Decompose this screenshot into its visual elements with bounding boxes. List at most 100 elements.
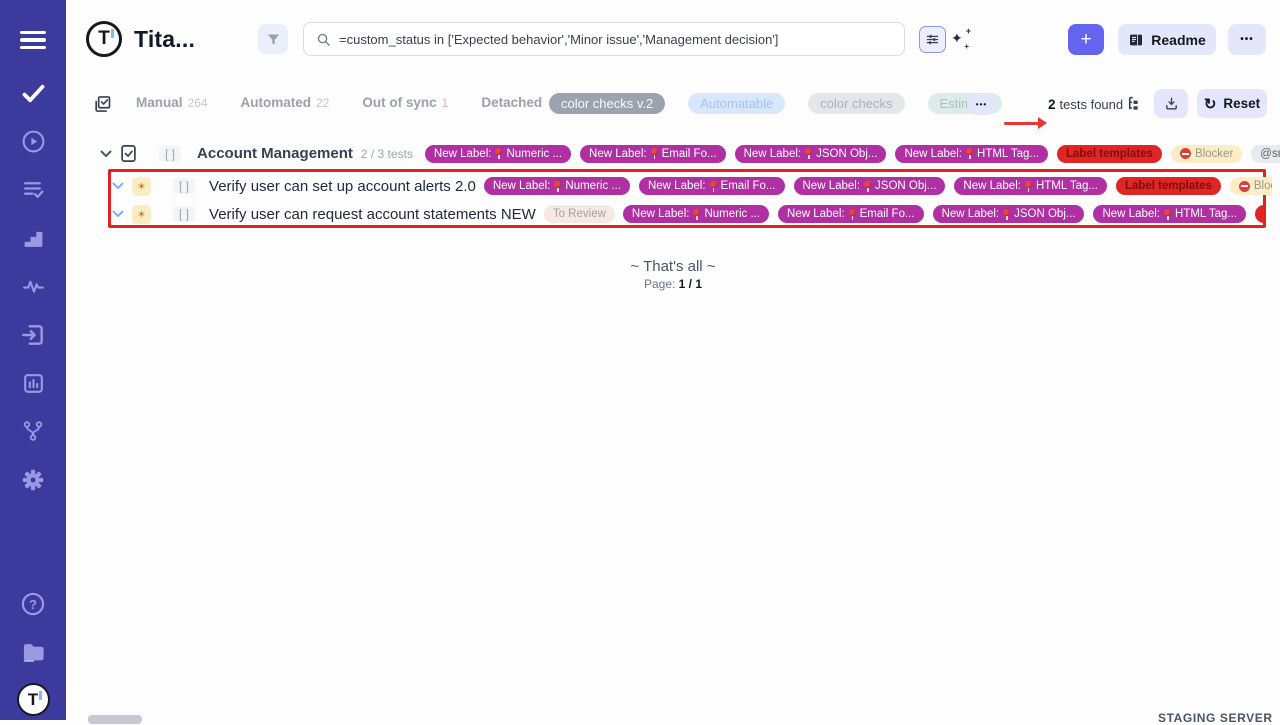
pin-icon [1164, 209, 1171, 220]
filter-tabs: Manual264 Automated22 Out of sync1 Detac… [136, 95, 542, 110]
activity-pulse-icon[interactable] [0, 274, 66, 304]
suite-name[interactable]: Account Management [197, 145, 353, 162]
label-pill[interactable]: Label templates [1116, 177, 1221, 195]
label-pill[interactable]: Blocker [1230, 177, 1272, 195]
label-pill[interactable]: New Label:Numeric ... [623, 205, 769, 223]
pin-icon [805, 148, 812, 159]
chevron-down-icon[interactable] [112, 210, 124, 218]
search-box [303, 22, 905, 56]
sidebar: ? T [0, 0, 66, 720]
add-button[interactable]: + [1068, 24, 1104, 55]
pin-icon [495, 148, 502, 159]
search-input[interactable] [339, 32, 892, 47]
annotation-arrow [1004, 122, 1040, 125]
project-logo[interactable]: T [86, 21, 122, 57]
refresh-icon: ↻ [1204, 95, 1217, 113]
collision-emoji-icon: ✶ [132, 177, 151, 196]
results-count: 2tests found [1048, 97, 1123, 112]
download-button[interactable] [1154, 89, 1188, 118]
test-row[interactable]: ✶ [ ] Verify user can set up account ale… [112, 173, 1272, 199]
filters-more-button[interactable]: ••• [967, 94, 996, 115]
tab-automated[interactable]: Automated22 [241, 95, 330, 110]
tests-check-icon[interactable] [0, 80, 66, 112]
page-indicator: Page: 1 / 1 [66, 277, 1280, 291]
label-pill[interactable]: New Label:JSON Obj... [933, 205, 1085, 223]
suite-id-bracket: [ ] [159, 146, 181, 162]
search-icon [316, 32, 331, 47]
book-icon [1128, 32, 1144, 48]
label-pill[interactable]: Automatable [688, 93, 785, 114]
label-pill[interactable]: color checks v.2 [549, 93, 665, 114]
label-pill[interactable]: Blocker [1171, 145, 1242, 163]
label-pill[interactable]: New Label:Numeric ... [425, 145, 571, 163]
staging-banner: STAGING SERVER [1158, 711, 1273, 725]
label-pill[interactable]: New Label:Numeric ... [484, 177, 630, 195]
label-pill[interactable]: New Label:HTML Tag... [1093, 205, 1246, 223]
label-pill[interactable]: New Label:JSON Obj... [794, 177, 946, 195]
label-pill[interactable]: New Label:HTML Tag... [954, 177, 1107, 195]
pin-icon [651, 148, 658, 159]
status-badge: To Review [544, 205, 615, 223]
ai-sparkles-icon[interactable]: ✦ + + [951, 29, 971, 49]
label-pill[interactable]: color checks [808, 93, 904, 114]
test-plans-icon[interactable] [0, 177, 66, 207]
suite-labels: New Label:Numeric ... New Label:Email Fo.… [425, 145, 1280, 163]
header: T Tita... ✦ + + + Readme ••• [0, 0, 1280, 20]
header-more-button[interactable]: ••• [1228, 24, 1266, 55]
label-pill[interactable]: Label templates [1057, 145, 1162, 163]
saved-filter-pills: color checks v.2Automatablecolor checksE… [549, 93, 1002, 114]
pin-icon [693, 209, 700, 220]
label-pill[interactable]: New Label:HTML Tag... [895, 145, 1048, 163]
chevron-down-icon[interactable] [100, 150, 112, 158]
suite-test-count: 2 / 3 tests [361, 147, 413, 161]
label-pill[interactable]: New Label:Email Fo... [778, 205, 924, 223]
label-pill[interactable]: New Label:Email Fo... [580, 145, 726, 163]
tree-view-icon[interactable] [1126, 95, 1144, 118]
no-entry-icon [1239, 181, 1250, 192]
pin-icon [710, 181, 717, 192]
tab-out-of-sync[interactable]: Out of sync1 [362, 95, 448, 110]
test-id-bracket: [ ] [173, 178, 195, 194]
label-pill[interactable]: @smoke [1251, 145, 1280, 163]
collision-emoji-icon: ✶ [132, 205, 151, 224]
svg-text:?: ? [29, 597, 37, 612]
tab-manual[interactable]: Manual264 [136, 95, 208, 110]
pull-requests-sign-in-icon[interactable] [0, 322, 66, 353]
label-pill[interactable]: New Label:Email Fo... [639, 177, 785, 195]
label-pill[interactable]: Label templates [1255, 205, 1264, 223]
suite-row[interactable]: [ ] Account Management 2 / 3 tests New L… [100, 140, 1280, 167]
test-labels: New Label:Numeric ... New Label:Email Fo.… [623, 205, 1264, 223]
milestones-stairs-icon[interactable] [0, 226, 66, 256]
pin-icon [849, 209, 856, 220]
run-play-icon[interactable] [0, 129, 66, 159]
end-of-list-message: ~ That's all ~ [66, 258, 1280, 275]
no-entry-icon [1180, 148, 1191, 159]
projects-folder-icon[interactable] [0, 639, 66, 671]
readme-button[interactable]: Readme [1118, 24, 1216, 55]
filter-funnel-button[interactable] [258, 24, 288, 54]
sliders-icon [925, 32, 940, 47]
settings-gear-icon[interactable] [0, 467, 66, 498]
app-logo-bottom[interactable]: T [0, 683, 66, 716]
chevron-down-icon[interactable] [112, 182, 124, 190]
test-title[interactable]: Verify user can set up account alerts 2.… [209, 178, 476, 195]
pin-icon [1025, 181, 1032, 192]
suite-document-icon [120, 144, 137, 163]
tab-detached[interactable]: Detached [481, 95, 542, 110]
test-title[interactable]: Verify user can request account statemen… [209, 206, 536, 223]
analytics-chart-icon[interactable] [0, 371, 66, 401]
pin-icon [1003, 209, 1010, 220]
help-question-icon[interactable]: ? [0, 591, 66, 622]
search-settings-button[interactable] [919, 26, 946, 53]
download-icon [1164, 96, 1179, 111]
label-pill[interactable]: New Label:JSON Obj... [735, 145, 887, 163]
hamburger-menu-icon[interactable] [0, 27, 66, 53]
test-id-bracket: [ ] [173, 206, 195, 222]
select-all-icon[interactable] [92, 94, 112, 119]
funnel-icon [266, 32, 281, 47]
reset-button[interactable]: ↻ Reset [1197, 89, 1267, 118]
pin-icon [864, 181, 871, 192]
test-row[interactable]: ✶ [ ] Verify user can request account st… [112, 201, 1264, 227]
pin-icon [554, 181, 561, 192]
branches-fork-icon[interactable] [0, 419, 66, 448]
